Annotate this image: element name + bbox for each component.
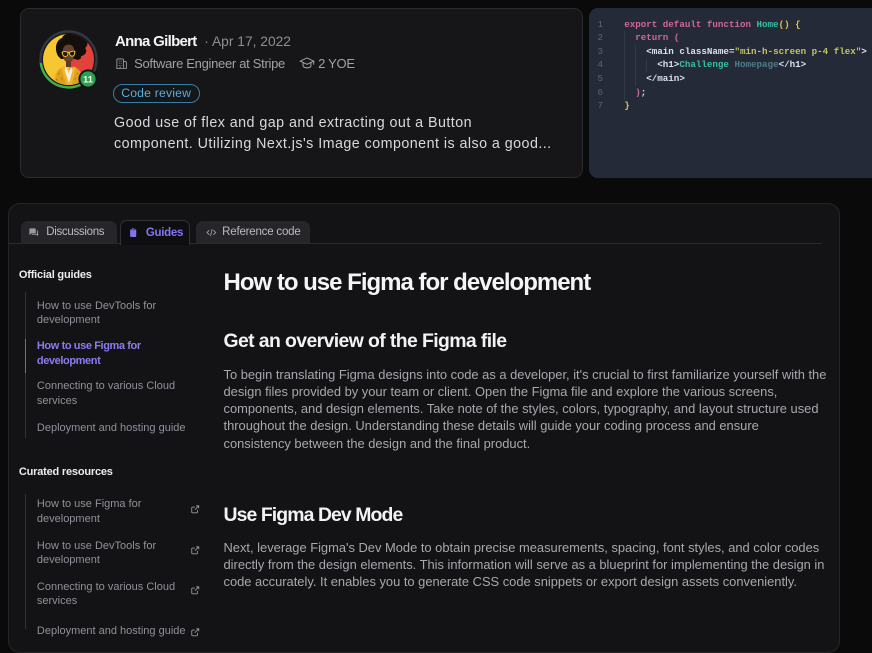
svg-text:11: 11: [83, 74, 93, 84]
